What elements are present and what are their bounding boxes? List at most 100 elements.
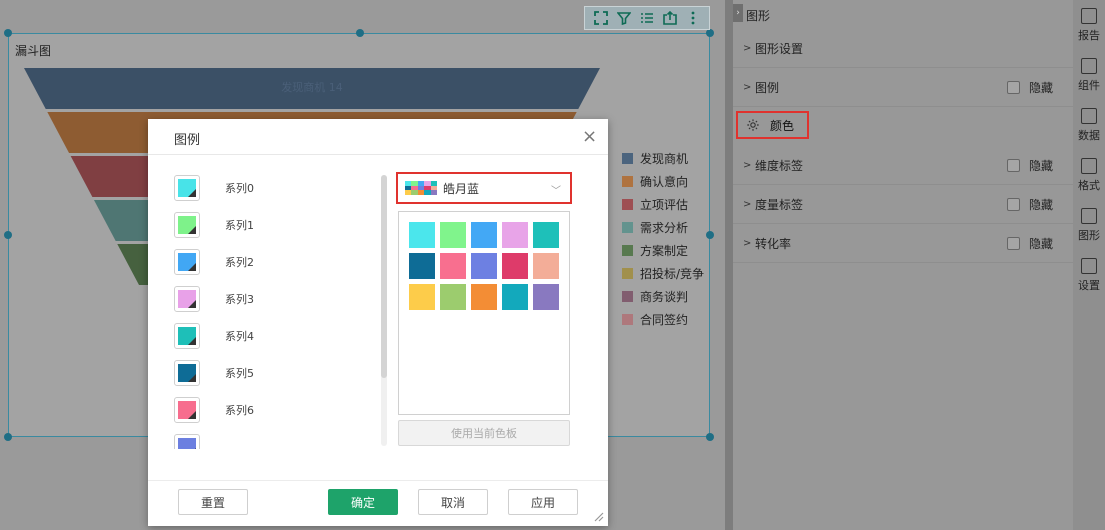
filter-icon[interactable] [616, 10, 632, 26]
legend-item[interactable]: 发现商机 [622, 147, 704, 170]
fullscreen-icon[interactable] [593, 10, 609, 26]
series-color-swatch[interactable] [174, 286, 200, 312]
legend-label: 发现商机 [640, 152, 689, 166]
legend-item[interactable]: 合同签约 [622, 308, 704, 331]
resize-handle-ml[interactable] [4, 231, 12, 239]
apply-button[interactable]: 应用 [508, 489, 578, 515]
series-color-swatch[interactable] [174, 360, 200, 386]
panel-title: 图形 [746, 9, 771, 23]
side-tab-label: 报告 [1078, 28, 1100, 42]
palette-swatch[interactable] [409, 253, 435, 279]
series-color-fill [178, 327, 196, 345]
hide-checkbox[interactable] [1007, 158, 1020, 172]
more-icon[interactable] [685, 10, 701, 26]
series-list-scrollbar[interactable] [381, 175, 387, 446]
palette-swatch[interactable] [440, 222, 466, 248]
side-tab-6[interactable]: 设置 [1073, 250, 1105, 300]
palette-swatch[interactable] [471, 253, 497, 279]
color-picker-corner-icon [188, 189, 196, 197]
color-section-toggle[interactable]: 颜色 [736, 111, 809, 139]
legend-label: 合同签约 [640, 313, 689, 327]
color-picker-corner-icon [188, 300, 196, 308]
series-color-fill [178, 253, 196, 271]
palette-dropdown[interactable]: 皓月蓝 ﹀ [396, 172, 572, 204]
palette-swatch[interactable] [502, 253, 528, 279]
palette-swatch[interactable] [440, 253, 466, 279]
palette-swatch[interactable] [502, 284, 528, 310]
dialog-title: 图例 [174, 133, 201, 148]
legend-item[interactable]: 确认意向 [622, 170, 704, 193]
reset-button[interactable]: 重置 [178, 489, 248, 515]
use-current-palette-button[interactable]: 使用当前色板 [398, 420, 570, 446]
collapse-panel-icon[interactable]: › [733, 4, 743, 22]
component-icon [1081, 57, 1097, 74]
legend-item[interactable]: 立项评估 [622, 193, 704, 216]
ok-button[interactable]: 确定 [328, 489, 398, 515]
side-tab-1[interactable]: 报告 [1073, 0, 1105, 50]
palette-swatch[interactable] [440, 284, 466, 310]
palette-swatch[interactable] [409, 284, 435, 310]
palette-swatch[interactable] [502, 222, 528, 248]
hide-checkbox-label: 隐藏 [1029, 197, 1054, 212]
scrollbar-thumb[interactable] [381, 175, 387, 378]
series-item: 系列3 [174, 284, 374, 314]
legend-label: 商务谈判 [640, 290, 689, 304]
palette-swatch[interactable] [533, 222, 559, 248]
side-tab-label: 组件 [1078, 78, 1100, 92]
list-icon[interactable] [639, 10, 655, 26]
export-icon[interactable] [662, 10, 678, 26]
palette-swatch[interactable] [533, 284, 559, 310]
hide-checkbox-label: 隐藏 [1029, 236, 1054, 251]
resize-handle-tr[interactable] [706, 29, 714, 37]
resize-grip-icon[interactable] [592, 510, 604, 522]
resize-handle-mr[interactable] [706, 231, 714, 239]
color-picker-corner-icon [188, 411, 196, 419]
hide-checkbox[interactable] [1007, 80, 1020, 94]
series-label: 系列4 [225, 330, 254, 343]
palette-swatch[interactable] [409, 222, 435, 248]
series-color-fill [178, 216, 196, 234]
panel-section-5[interactable]: > 转化率 隐藏 [733, 224, 1073, 263]
series-color-swatch[interactable] [174, 434, 200, 449]
panel-section-4[interactable]: > 度量标签 隐藏 [733, 185, 1073, 224]
resize-handle-tm[interactable] [356, 29, 364, 37]
legend-item[interactable]: 商务谈判 [622, 285, 704, 308]
series-color-swatch[interactable] [174, 212, 200, 238]
series-color-swatch[interactable] [174, 175, 200, 201]
side-tab-3[interactable]: 数据 [1073, 100, 1105, 150]
legend-item[interactable]: 方案制定 [622, 239, 704, 262]
panel-divider[interactable] [725, 0, 733, 530]
color-section-label: 颜色 [770, 118, 795, 133]
side-tab-5[interactable]: 图形 [1073, 200, 1105, 250]
palette-swatch[interactable] [471, 284, 497, 310]
legend-swatch [622, 245, 633, 256]
palette-swatch[interactable] [533, 253, 559, 279]
panel-section-2[interactable]: > 图例 隐藏 [733, 68, 1073, 107]
series-color-swatch[interactable] [174, 397, 200, 423]
series-color-swatch[interactable] [174, 249, 200, 275]
cancel-button[interactable]: 取消 [418, 489, 488, 515]
palette-preview-cell [430, 190, 437, 195]
series-item: 系列2 [174, 247, 374, 277]
close-icon[interactable]: × [582, 126, 597, 147]
series-color-fill [178, 179, 196, 197]
series-color-swatch[interactable] [174, 323, 200, 349]
panel-section-label: 度量标签 [755, 197, 804, 212]
settings-icon [1081, 257, 1097, 274]
hide-checkbox[interactable] [1007, 197, 1020, 211]
palette-swatch[interactable] [471, 222, 497, 248]
panel-section-1[interactable]: > 图形设置 [733, 29, 1073, 68]
legend-item[interactable]: 需求分析 [622, 216, 704, 239]
resize-handle-br[interactable] [706, 433, 714, 441]
series-label: 系列6 [225, 404, 254, 417]
legend-item[interactable]: 招投标/竞争 [622, 262, 704, 285]
series-color-list: 系列0 系列1 系列2 系列3 系列4 系列5 系列6 [174, 173, 374, 449]
panel-section-3[interactable]: > 维度标签 隐藏 [733, 146, 1073, 185]
legend-swatch [622, 153, 633, 164]
legend-swatch [622, 199, 633, 210]
resize-handle-tl[interactable] [4, 29, 12, 37]
resize-handle-bl[interactable] [4, 433, 12, 441]
side-tab-2[interactable]: 组件 [1073, 50, 1105, 100]
hide-checkbox[interactable] [1007, 236, 1020, 250]
side-tab-4[interactable]: 格式 [1073, 150, 1105, 200]
